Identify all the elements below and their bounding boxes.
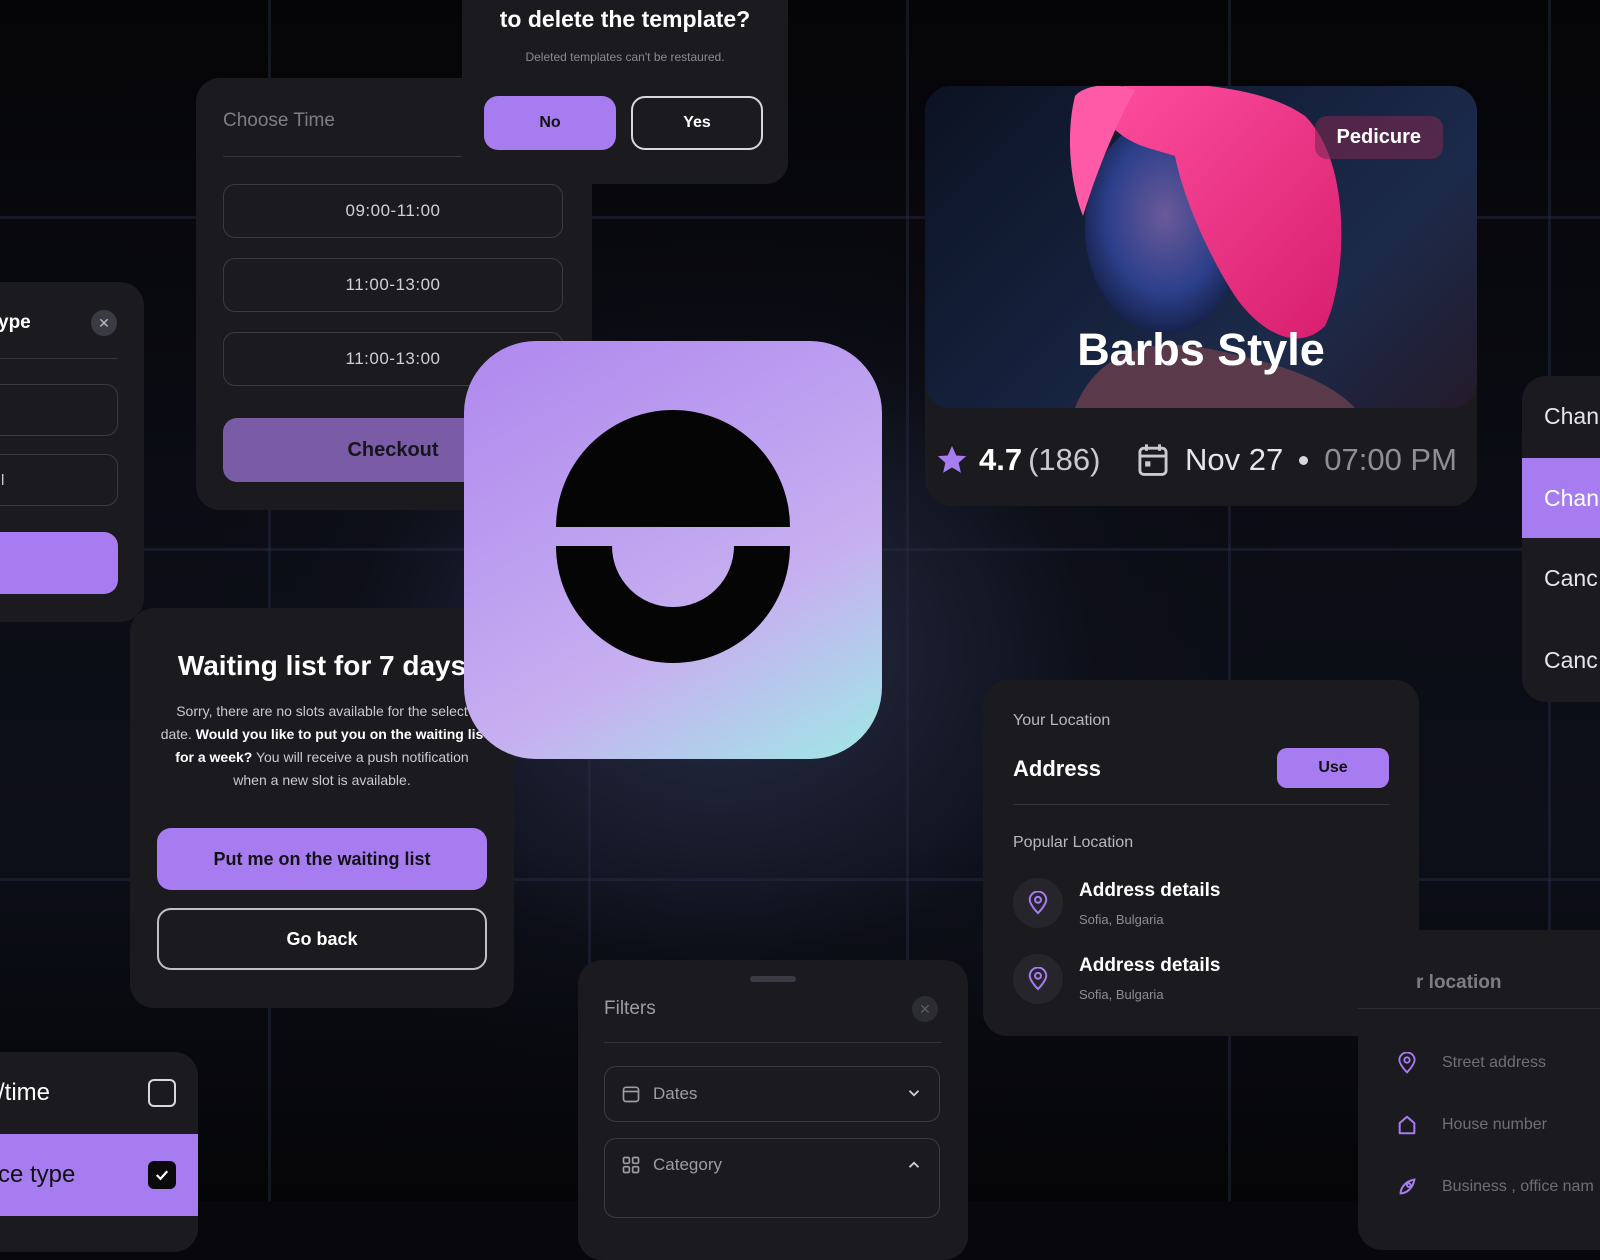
review-count: (186): [1028, 442, 1101, 477]
separator-dot: [1299, 455, 1309, 465]
use-location-button[interactable]: Use: [1277, 748, 1389, 788]
waiting-list-card: Waiting list for 7 days Sorry, there are…: [130, 608, 514, 1008]
location-pin-icon: [1013, 954, 1063, 1004]
appointment-date: Nov 27: [1185, 442, 1284, 477]
panel-title: ype: [0, 312, 31, 333]
close-icon[interactable]: ✕: [912, 996, 938, 1022]
checkbox-unchecked[interactable]: [148, 1079, 176, 1107]
delete-template-dialog: to delete the template? Deleted template…: [462, 0, 788, 184]
divider: [1013, 804, 1389, 805]
dialog-title: to delete the template?: [499, 6, 751, 32]
location-subtitle: Sofia, Bulgaria: [1079, 912, 1164, 927]
category-label: Category: [653, 1155, 722, 1174]
submit-button[interactable]: [0, 532, 118, 594]
close-icon[interactable]: ✕: [91, 310, 117, 336]
filters-sheet: Filters ✕ Dates Category: [578, 960, 968, 1260]
location-pin-icon: [1013, 878, 1063, 928]
go-back-button[interactable]: Go back: [157, 908, 487, 970]
choose-time-heading: Choose Time: [223, 110, 335, 131]
yes-button[interactable]: Yes: [631, 96, 763, 150]
time-slot[interactable]: 11:00-13:00: [223, 258, 563, 312]
address-label: Address: [1013, 756, 1102, 781]
logo-mark-icon: [556, 410, 790, 663]
form-title: r location: [1416, 972, 1502, 993]
check-option-selected[interactable]: ce type: [0, 1134, 198, 1216]
business-placeholder: Business , office nam: [1442, 1178, 1594, 1195]
location-title[interactable]: Address details: [1079, 955, 1221, 977]
check-option-label: /time: [0, 1079, 51, 1106]
location-title[interactable]: Address details: [1079, 880, 1221, 902]
waiting-list-title: Waiting list for 7 days: [177, 650, 467, 681]
app-logo: [464, 341, 882, 759]
dialog-subtitle: Deleted templates can't be restaured.: [525, 50, 725, 64]
salon-photo: Pedicure Barbs Style: [925, 86, 1477, 408]
join-waiting-list-button[interactable]: Put me on the waiting list: [157, 828, 487, 890]
status-option[interactable]: Canc: [1522, 620, 1600, 700]
type-panel: ype ✕ l: [0, 282, 144, 622]
dates-label: Dates: [653, 1084, 698, 1103]
rating: 4.7 (186): [935, 442, 1100, 478]
text-field[interactable]: [0, 384, 118, 436]
status-list: Chan Chan Canc Canc: [1522, 376, 1600, 702]
time-slot[interactable]: 09:00-11:00: [223, 184, 563, 238]
business-field[interactable]: Business , office nam: [1396, 1176, 1594, 1198]
calendar-icon: [622, 1086, 640, 1103]
check-option-label: ce type: [0, 1161, 76, 1188]
house-number-field[interactable]: House number: [1396, 1114, 1547, 1136]
appointment-datetime: Nov 27 07:00 PM: [1137, 442, 1457, 478]
divider: [0, 358, 118, 359]
checkmark-icon: [155, 1170, 169, 1181]
status-option-selected[interactable]: Chan: [1522, 458, 1600, 538]
street-address-placeholder: Street address: [1442, 1054, 1547, 1071]
location-card: Your Location Address Use Popular Locati…: [983, 680, 1419, 1036]
salon-card[interactable]: Pedicure Barbs Style 4.7 (186) Nov 27 07…: [925, 86, 1477, 506]
category-badge: Pedicure: [1314, 116, 1443, 159]
appointment-time: 07:00 PM: [1324, 442, 1457, 477]
location-subtitle: Sofia, Bulgaria: [1079, 987, 1164, 1002]
drag-handle[interactable]: [750, 976, 796, 982]
chevron-down-icon: [908, 1090, 920, 1097]
divider: [1358, 1008, 1600, 1009]
street-address-field[interactable]: Street address: [1396, 1052, 1546, 1074]
grid-icon: [622, 1156, 640, 1174]
house-number-placeholder: House number: [1442, 1116, 1547, 1133]
text-field[interactable]: l: [0, 454, 118, 506]
divider: [604, 1042, 942, 1043]
status-option[interactable]: Canc: [1522, 538, 1600, 618]
rocket-icon: [1399, 1178, 1416, 1195]
calendar-icon: [1138, 444, 1168, 476]
popular-location-label: Popular Location: [1013, 834, 1134, 851]
chevron-up-icon: [908, 1161, 920, 1168]
star-icon: [937, 445, 967, 473]
dates-dropdown[interactable]: Dates: [604, 1066, 940, 1122]
status-option[interactable]: Chan: [1522, 376, 1600, 456]
location-pin-icon: [1398, 1052, 1416, 1074]
checkbox-checked[interactable]: [148, 1161, 176, 1189]
salon-name: Barbs Style: [1077, 324, 1325, 375]
check-option[interactable]: /time: [0, 1052, 198, 1134]
no-button[interactable]: No: [484, 96, 616, 150]
filter-check-list: /time ce type: [0, 1052, 198, 1252]
your-location-label: Your Location: [1013, 712, 1111, 729]
home-icon: [1398, 1115, 1416, 1135]
filters-title: Filters: [604, 998, 656, 1019]
address-form: r location Street address House number B…: [1358, 930, 1600, 1250]
rating-value: 4.7: [979, 442, 1023, 477]
waiting-list-body: Sorry, there are no slots available for …: [160, 703, 484, 788]
category-dropdown[interactable]: Category: [604, 1138, 940, 1218]
